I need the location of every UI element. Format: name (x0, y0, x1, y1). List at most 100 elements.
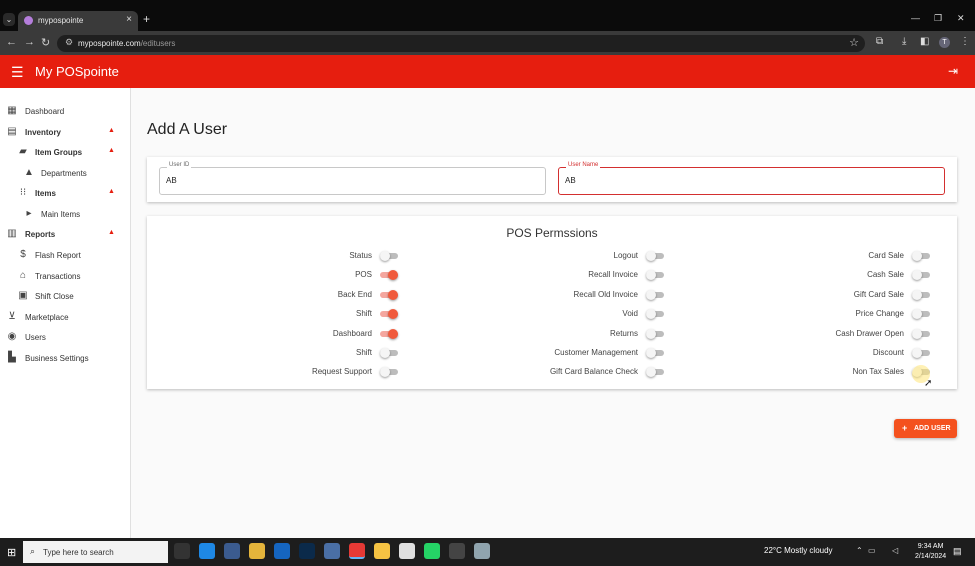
sidebar-item-reports[interactable]: ▥ Reports ▲ (0, 227, 130, 243)
minimize-icon[interactable]: — (911, 13, 920, 23)
permission-toggle[interactable] (380, 289, 398, 300)
forward-icon[interactable]: → (24, 36, 35, 48)
taskbar-search[interactable]: ⌕ Type here to search (23, 541, 168, 563)
sidebar-item-marketplace[interactable]: ⊻ Marketplace (0, 310, 130, 326)
permission-label: Returns (609, 328, 638, 338)
permission-toggle[interactable] (380, 328, 398, 339)
side-panel-icon[interactable]: ◧ (920, 36, 929, 47)
permission-toggle[interactable] (646, 328, 664, 339)
app-icon[interactable] (474, 543, 490, 559)
restore-icon[interactable]: ❐ (934, 13, 942, 24)
toggle-thumb (380, 367, 390, 378)
building-icon: ▙ (8, 352, 16, 363)
user-id-input[interactable] (166, 176, 513, 185)
user-id-field[interactable]: User ID (159, 162, 546, 195)
edge-icon[interactable] (199, 543, 215, 559)
sidebar-item-dashboard[interactable]: ▦ Dashboard (0, 104, 130, 120)
sidebar-item-flash-report[interactable]: $ Flash Report (0, 248, 130, 264)
sidebar-item-items[interactable]: ⁝⁝ Items ▲ (0, 186, 130, 202)
mail-icon[interactable] (274, 543, 290, 559)
network-icon[interactable]: ▭ (868, 546, 876, 555)
media-player-icon[interactable] (449, 543, 465, 559)
permission-row: Dashboard (158, 328, 398, 340)
bookmark-star-icon[interactable]: ☆ (849, 36, 859, 49)
close-window-icon[interactable]: ✕ (957, 13, 965, 24)
permission-toggle[interactable] (380, 251, 398, 261)
download-icon[interactable]: ⤓ (902, 36, 906, 47)
system-clock[interactable]: 9:34 AM 2/14/2024 (915, 542, 946, 562)
user-name-field[interactable]: User Name (558, 162, 945, 195)
permission-toggle[interactable] (646, 367, 664, 378)
reload-icon[interactable]: ↻ (41, 36, 50, 49)
permission-toggle[interactable] (646, 289, 664, 300)
permission-label: Gift Card Sale (853, 289, 904, 299)
toggle-thumb (646, 348, 656, 358)
chrome-canary-icon[interactable] (374, 543, 390, 559)
address-bar[interactable]: ⚙ mypospointe.com/editusers ☆ (57, 35, 865, 52)
permission-toggle[interactable] (912, 348, 930, 358)
browser-menu-icon[interactable]: ⋮ (960, 36, 970, 47)
site-info-icon[interactable]: ⚙ (65, 37, 73, 48)
sidebar-item-transactions[interactable]: ⌂ Transactions (0, 269, 130, 285)
task-view-icon[interactable] (174, 543, 190, 559)
profile-avatar[interactable]: T (939, 37, 950, 48)
user-name-input[interactable] (565, 176, 912, 185)
windows-start-icon[interactable]: ⊞ (7, 546, 16, 559)
notepad-icon[interactable] (324, 543, 340, 559)
plus-icon: + (902, 423, 908, 433)
site-favicon-icon (24, 16, 33, 25)
chrome-icon[interactable] (349, 543, 365, 559)
permission-label: Request Support (311, 367, 372, 377)
user-details-card: User ID User Name (147, 157, 957, 202)
permission-label: Dashboard (332, 328, 372, 338)
permission-toggle[interactable] (912, 309, 930, 320)
file-explorer-icon[interactable] (249, 543, 265, 559)
search-icon: ⌕ (30, 546, 36, 556)
permission-toggle[interactable] (912, 328, 930, 339)
sidebar-item-item-groups[interactable]: ▰ Item Groups ▲ (0, 145, 130, 161)
sidebar-item-shift-close[interactable]: ▣ Shift Close (0, 289, 130, 305)
back-icon[interactable]: ← (6, 36, 17, 48)
sidebar-item-departments[interactable]: ▲ Departments (0, 166, 130, 182)
permission-toggle[interactable] (912, 289, 930, 300)
logout-icon[interactable]: ⇥ (948, 64, 958, 78)
permission-toggle[interactable] (646, 309, 664, 320)
photoshop-icon[interactable] (299, 543, 315, 559)
whatsapp-icon[interactable] (424, 543, 440, 559)
store-icon[interactable] (224, 543, 240, 559)
report-icon: ▥ (7, 228, 17, 239)
permissions-title: POS Permssions (506, 226, 598, 240)
add-user-button[interactable]: + ADD USER (894, 419, 957, 438)
sidebar-item-users[interactable]: ◉ Users (0, 330, 130, 346)
permission-toggle[interactable] (380, 270, 398, 281)
permission-row: Status (158, 250, 398, 262)
hamburger-menu-icon[interactable]: ☰ (11, 64, 24, 81)
new-tab-button[interactable]: + (143, 12, 150, 26)
permission-row: Shift (158, 347, 398, 359)
chevron-up-icon[interactable]: ⌃ (856, 546, 863, 555)
permission-toggle[interactable] (646, 348, 664, 358)
browser-tab[interactable]: mypospointe × (18, 11, 138, 31)
permission-label: Shift (355, 348, 372, 357)
permission-toggle[interactable] (380, 367, 398, 378)
permission-toggle[interactable] (646, 251, 664, 261)
notification-icon[interactable]: ▤ (953, 546, 962, 557)
permission-toggle[interactable] (380, 309, 398, 320)
page-title: Add A User (147, 121, 228, 138)
permission-toggle[interactable] (912, 270, 930, 281)
app-icon[interactable] (399, 543, 415, 559)
tab-search-icon[interactable]: ⌄ (3, 13, 15, 26)
permission-toggle[interactable] (912, 251, 930, 261)
grid-icon: ⁝⁝ (19, 187, 27, 198)
volume-icon[interactable]: ◁ (892, 546, 898, 555)
permission-row: Non Tax Sales (690, 366, 930, 378)
weather-widget[interactable]: 22°C Mostly cloudy (764, 546, 833, 555)
close-tab-icon[interactable]: × (126, 14, 132, 25)
permission-toggle[interactable] (646, 270, 664, 281)
permission-toggle[interactable] (380, 348, 398, 358)
sidebar-item-inventory[interactable]: ▤ Inventory ▲ (0, 125, 130, 141)
sidebar-item-business-settings[interactable]: ▙ Business Settings (0, 351, 130, 367)
permission-row: Customer Management (424, 347, 664, 359)
sidebar-item-main-items[interactable]: ▸ Main Items (0, 207, 130, 223)
extensions-icon[interactable]: ⧉ (876, 36, 883, 47)
